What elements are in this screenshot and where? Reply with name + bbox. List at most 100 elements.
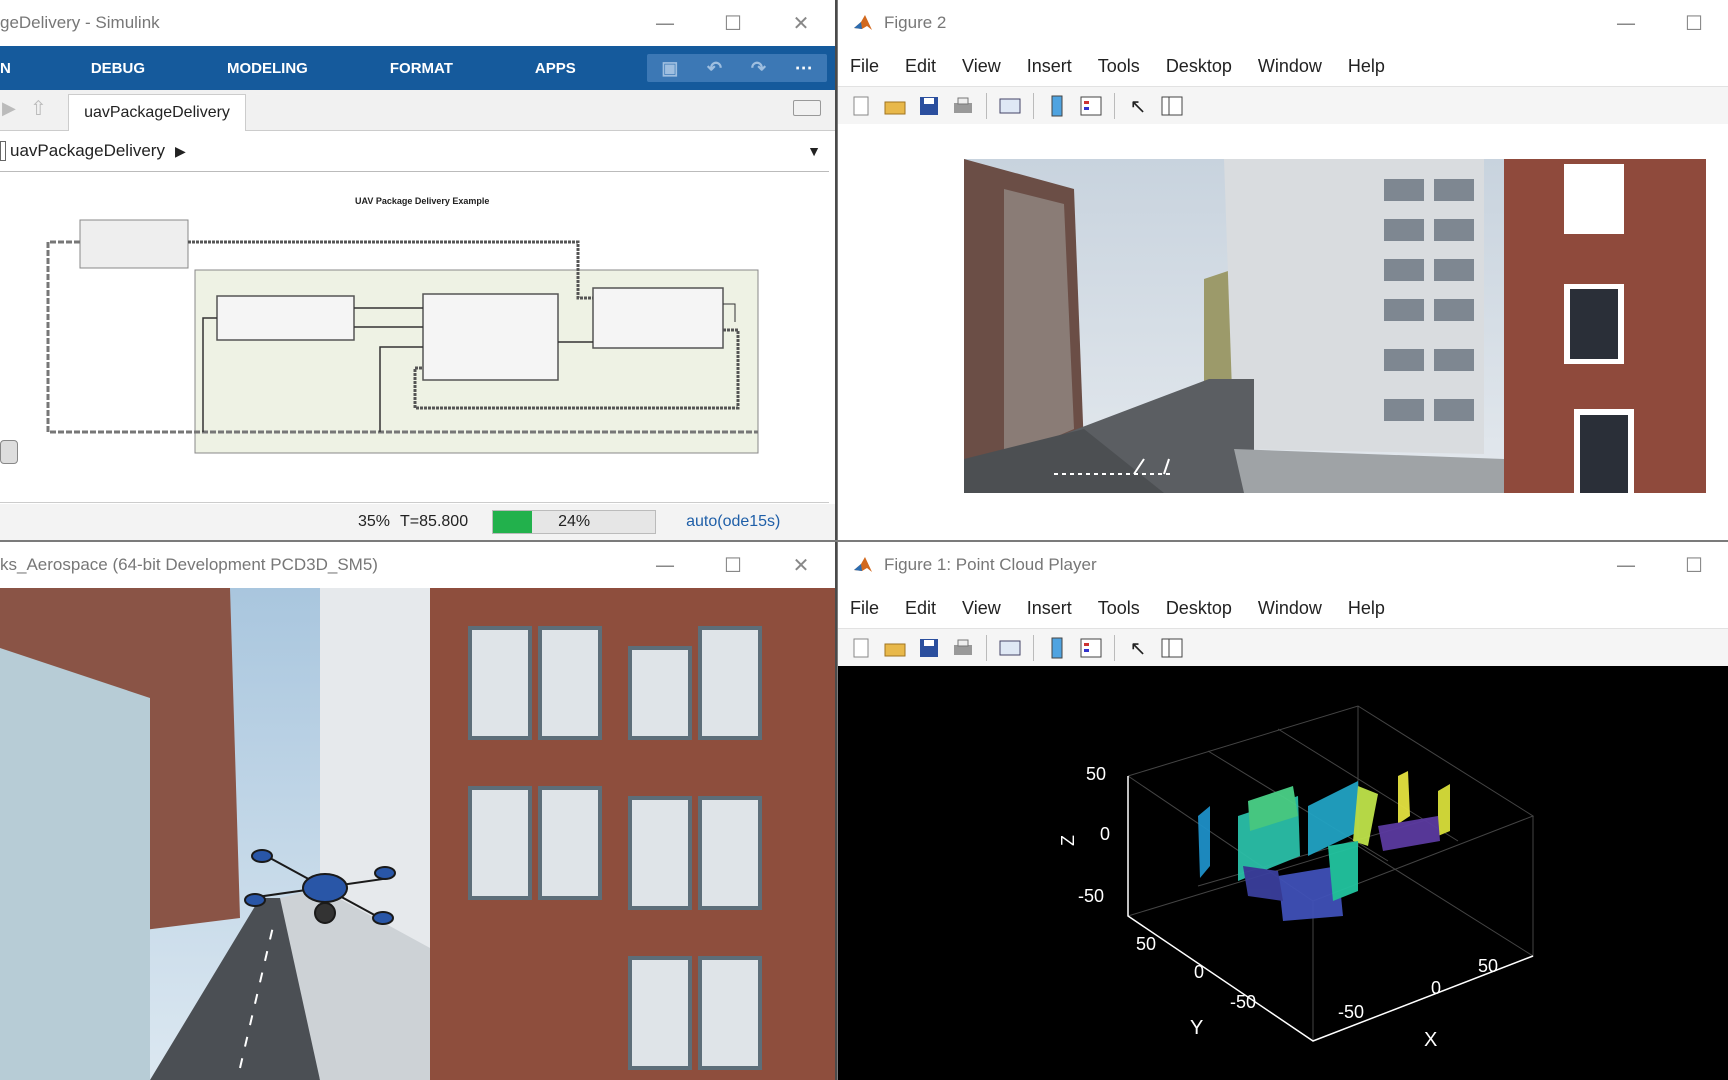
y-axis-label: Y [1190, 1017, 1203, 1039]
undo-icon[interactable]: ↶ [707, 58, 722, 79]
aerospace-window: ks_Aerospace (64-bit Development PCD3D_S… [0, 542, 837, 1080]
minimize-icon[interactable]: — [631, 0, 699, 46]
save-icon[interactable]: ▣ [661, 58, 678, 79]
toolbar-separator [986, 635, 987, 661]
menu-window[interactable]: Window [1258, 598, 1322, 619]
solver-link[interactable]: auto(ode15s) [686, 513, 780, 531]
x-tick-50: 50 [1478, 956, 1498, 976]
figure2-window: Figure 2 — ☐ File Edit View Insert Tools… [838, 0, 1728, 540]
new-figure-icon[interactable] [848, 635, 874, 661]
minimize-icon[interactable]: — [1592, 542, 1660, 588]
simulation-3d-view[interactable] [0, 588, 835, 1080]
menu-view[interactable]: View [962, 56, 1001, 77]
minimize-icon[interactable]: — [631, 542, 699, 588]
z-tick-0: 0 [1100, 824, 1110, 844]
pointer-icon[interactable]: ↖ [1125, 93, 1151, 119]
y-tick-50: 50 [1136, 934, 1156, 954]
ribbon: N DEBUG MODELING FORMAT APPS ▣ ↶ ↷ ⋯ [0, 46, 835, 90]
menu-insert[interactable]: Insert [1027, 598, 1072, 619]
y-tick-0: 0 [1194, 962, 1204, 982]
simulink-titlebar[interactable]: geDelivery - Simulink — ☐ ✕ [0, 0, 835, 47]
menu-edit[interactable]: Edit [905, 598, 936, 619]
maximize-icon[interactable]: ☐ [1660, 0, 1728, 46]
simulation-time: T=85.800 [400, 513, 469, 530]
progress-bar: 24% [492, 510, 657, 534]
maximize-icon[interactable]: ☐ [699, 542, 767, 588]
uav-scene-image [0, 588, 835, 1080]
menu-help[interactable]: Help [1348, 598, 1385, 619]
maximize-icon[interactable]: ☐ [699, 0, 767, 46]
colorbar-icon[interactable] [1044, 93, 1070, 119]
dropdown-icon[interactable]: ▼ [807, 143, 821, 159]
property-inspector-icon[interactable] [1159, 93, 1185, 119]
status-bar: 35% T=85.800 24% auto(ode15s) [0, 504, 835, 540]
toolbar-separator [986, 93, 987, 119]
menu-window[interactable]: Window [1258, 56, 1322, 77]
library-icon[interactable] [0, 440, 18, 464]
menu-desktop[interactable]: Desktop [1166, 56, 1232, 77]
menu-file[interactable]: File [850, 598, 879, 619]
new-figure-icon[interactable] [848, 93, 874, 119]
menu-desktop[interactable]: Desktop [1166, 598, 1232, 619]
tab-label: uavPackageDelivery [84, 104, 230, 121]
toolbar-separator [1114, 635, 1115, 661]
figure-toolbar: ↖ [838, 86, 1728, 126]
close-icon[interactable]: ✕ [767, 0, 835, 46]
menu-tools[interactable]: Tools [1098, 56, 1140, 77]
tab-format[interactable]: FORMAT [350, 60, 495, 77]
model-canvas[interactable]: UAV Package Delivery Example [0, 172, 829, 503]
forward-icon[interactable]: ▶ [2, 98, 16, 119]
menubar: File Edit View Insert Tools Desktop Wind… [838, 46, 1728, 86]
link-plot-icon[interactable] [997, 93, 1023, 119]
y-tick-neg50: -50 [1230, 992, 1256, 1012]
print-icon[interactable] [950, 635, 976, 661]
up-icon[interactable]: ⇧ [30, 96, 47, 121]
tab-modeling[interactable]: MODELING [187, 60, 350, 77]
menu-edit[interactable]: Edit [905, 56, 936, 77]
more-icon[interactable]: ⋯ [795, 58, 813, 79]
redo-icon[interactable]: ↷ [751, 58, 766, 79]
link-plot-icon[interactable] [997, 635, 1023, 661]
model-icon [0, 141, 6, 161]
x-axis-label: X [1424, 1029, 1437, 1051]
point-cloud-axes-area[interactable]: 50 0 -50 Z 50 0 -50 Y -50 0 50 X [838, 666, 1728, 1080]
open-file-icon[interactable] [882, 635, 908, 661]
toolbar-separator [1033, 93, 1034, 119]
simulink-window: geDelivery - Simulink — ☐ ✕ N DEBUG MODE… [0, 0, 837, 540]
print-icon[interactable] [950, 93, 976, 119]
property-inspector-icon[interactable] [1159, 635, 1185, 661]
tab-uavpackagedelivery[interactable]: uavPackageDelivery [68, 94, 246, 131]
maximize-icon[interactable]: ☐ [1660, 542, 1728, 588]
legend-icon[interactable] [1078, 93, 1104, 119]
keyboard-icon[interactable] [793, 100, 821, 116]
menu-file[interactable]: File [850, 56, 879, 77]
tab-apps[interactable]: APPS [495, 60, 618, 77]
x-tick-neg50: -50 [1338, 1002, 1364, 1022]
save-figure-icon[interactable] [916, 93, 942, 119]
model-breadcrumb[interactable]: uavPackageDelivery ▶ ▼ [0, 131, 829, 172]
tab-debug[interactable]: DEBUG [51, 60, 187, 77]
menu-view[interactable]: View [962, 598, 1001, 619]
aerospace-titlebar[interactable]: ks_Aerospace (64-bit Development PCD3D_S… [0, 542, 835, 589]
tab-simulation[interactable]: N [0, 60, 51, 77]
matlab-logo-icon [852, 554, 874, 576]
close-icon[interactable]: ✕ [767, 542, 835, 588]
open-file-icon[interactable] [882, 93, 908, 119]
save-figure-icon[interactable] [916, 635, 942, 661]
point-cloud-plot: 50 0 -50 Z 50 0 -50 Y -50 0 50 X [1058, 705, 1535, 1051]
legend-icon[interactable] [1078, 635, 1104, 661]
figure2-titlebar[interactable]: Figure 2 — ☐ [838, 0, 1728, 47]
z-axis-label: Z [1058, 835, 1078, 846]
menu-help[interactable]: Help [1348, 56, 1385, 77]
document-tabstrip: ▶ ⇧ uavPackageDelivery [0, 90, 835, 131]
colorbar-icon[interactable] [1044, 635, 1070, 661]
pointer-icon[interactable]: ↖ [1125, 635, 1151, 661]
menu-insert[interactable]: Insert [1027, 56, 1072, 77]
window-title: ks_Aerospace (64-bit Development PCD3D_S… [0, 555, 378, 574]
minimize-icon[interactable]: — [1592, 0, 1660, 46]
matlab-logo-icon [852, 12, 874, 34]
pcp-titlebar[interactable]: Figure 1: Point Cloud Player — ☐ [838, 542, 1728, 589]
x-tick-0: 0 [1431, 978, 1441, 998]
menu-tools[interactable]: Tools [1098, 598, 1140, 619]
figure-toolbar: ↖ [838, 628, 1728, 668]
